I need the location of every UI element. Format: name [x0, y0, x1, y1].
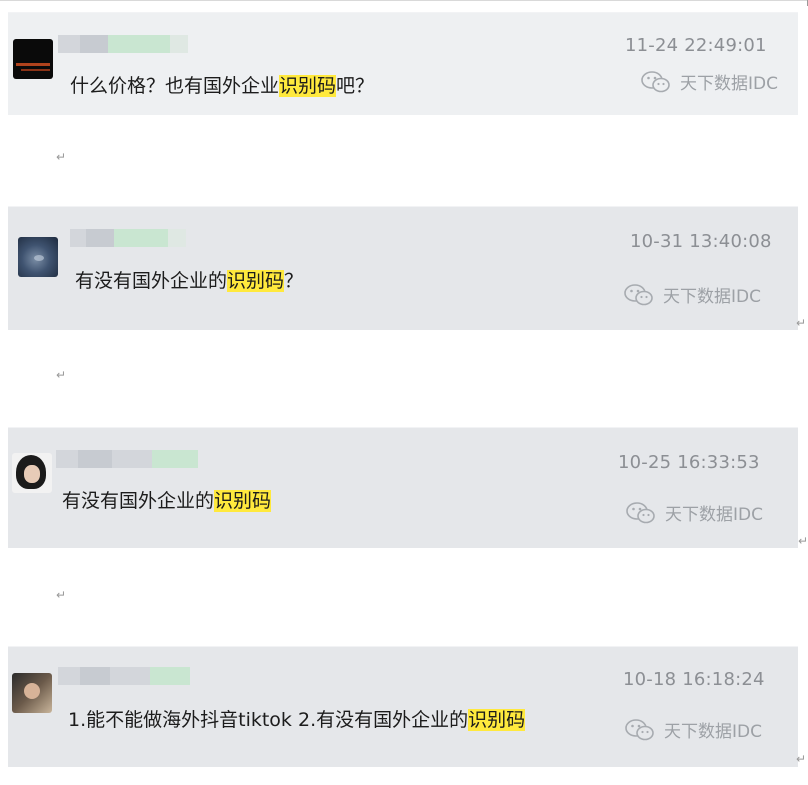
source-label: 天下数据IDC [680, 74, 778, 94]
comment-text: 有没有国外企业的识别码？ [75, 266, 303, 293]
username-blurred [58, 35, 188, 53]
user-avatar [18, 237, 58, 277]
paragraph-return-mark: ↵ [56, 588, 67, 602]
wechat-icon [625, 718, 654, 740]
highlighted-keyword: 识别码 [214, 490, 272, 512]
paragraph-return-mark: ↵ [796, 316, 807, 330]
comment-card: 10-18 16:18:24 1.能不能做海外抖音tiktok 2.有没有国外企… [8, 646, 798, 767]
comment-card: 10-31 13:40:08 有没有国外企业的识别码？ 天下数据IDC [8, 206, 798, 330]
comment-text: 什么价格？也有国外企业识别码吧？ [70, 71, 374, 98]
comment-card: 10-25 16:33:53 有没有国外企业的识别码 天下数据IDC [8, 427, 798, 548]
top-border [0, 0, 808, 1]
paragraph-return-mark: ↵ [796, 752, 807, 766]
source-label: 天下数据IDC [665, 505, 763, 525]
user-avatar [12, 673, 52, 713]
comment-text-before: 有没有国外企业的 [62, 490, 215, 512]
paragraph-return-mark: ↵ [56, 150, 67, 164]
timestamp: 10-31 13:40:08 [630, 231, 772, 252]
wechat-icon [626, 501, 655, 523]
comment-text: 有没有国外企业的识别码 [62, 486, 272, 513]
source-watermark: 天下数据IDC [625, 500, 763, 525]
user-avatar [13, 39, 53, 79]
comment-text-before: 什么价格？也有国外企业 [70, 75, 280, 97]
highlighted-keyword: 识别码 [227, 270, 285, 292]
comment-text-before: 1.能不能做海外抖音tiktok 2.有没有国外企业的 [68, 709, 469, 731]
paragraph-return-mark: ↵ [56, 368, 67, 382]
highlighted-keyword: 识别码 [468, 709, 526, 731]
highlighted-keyword: 识别码 [279, 75, 337, 97]
comment-text-after: 吧？ [336, 75, 375, 97]
source-watermark: 天下数据IDC [623, 282, 761, 307]
timestamp: 11-24 22:49:01 [625, 35, 767, 56]
username-blurred [56, 450, 198, 468]
comment-card: 11-24 22:49:01 什么价格？也有国外企业识别码吧？ 天下数据IDC [8, 12, 798, 115]
timestamp: 10-18 16:18:24 [623, 669, 765, 690]
source-label: 天下数据IDC [663, 287, 761, 307]
username-blurred [58, 667, 190, 685]
source-watermark: 天下数据IDC [640, 69, 778, 94]
username-blurred [70, 229, 186, 247]
wechat-icon [624, 283, 653, 305]
user-avatar [12, 453, 52, 493]
comment-text-before: 有没有国外企业的 [75, 270, 228, 292]
comment-text: 1.能不能做海外抖音tiktok 2.有没有国外企业的识别码 [68, 705, 526, 732]
wechat-icon [641, 70, 670, 92]
comment-text-after: ？ [284, 270, 304, 292]
timestamp: 10-25 16:33:53 [618, 452, 760, 473]
paragraph-return-mark: ↵ [798, 534, 808, 548]
source-label: 天下数据IDC [664, 722, 762, 742]
source-watermark: 天下数据IDC [624, 717, 762, 742]
